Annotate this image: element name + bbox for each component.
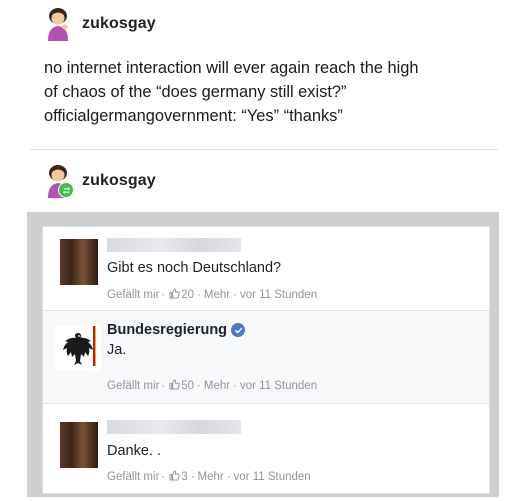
post-header: zukosgay <box>44 6 156 42</box>
comment-text: Gibt es noch Deutschland? <box>107 260 282 276</box>
comment-row: Bundesregierung Ja. Gefällt mir · 50 · M… <box>43 311 489 404</box>
meta-separator: · <box>226 471 231 483</box>
comment-row: Danke. . Gefällt mir · 3 · Mehr · vor 11… <box>43 404 489 493</box>
more-link[interactable]: Mehr <box>204 289 230 301</box>
reblog-icon <box>58 182 74 198</box>
like-count: 50 <box>181 380 195 392</box>
like-link[interactable]: Gefällt mir <box>107 380 159 392</box>
post-text-line: of chaos of the “does germany still exis… <box>44 83 347 101</box>
like-count: 3 <box>181 471 188 483</box>
avatar[interactable] <box>44 164 74 198</box>
post-divider <box>30 149 498 150</box>
flag-stripe-gold <box>95 326 96 366</box>
embedded-screenshot: Gibt es noch Deutschland? Gefällt mir · … <box>27 212 499 497</box>
facebook-comments-panel: Gibt es noch Deutschland? Gefällt mir · … <box>42 226 490 494</box>
verified-badge-icon <box>231 323 246 337</box>
comment-text: Ja. <box>107 342 127 358</box>
post-username[interactable]: zukosgay <box>82 15 156 33</box>
comment-time[interactable]: vor 11 Stunden <box>234 471 311 483</box>
more-link[interactable]: Mehr <box>204 380 230 392</box>
reblog-username[interactable]: zukosgay <box>82 172 156 190</box>
reblog-header: zukosgay <box>44 163 156 199</box>
comment-row: Gibt es noch Deutschland? Gefällt mir · … <box>43 227 489 311</box>
comment-time[interactable]: vor 11 Stunden <box>240 289 317 301</box>
redacted-name <box>107 420 241 434</box>
meta-separator: · <box>190 471 195 483</box>
meta-separator: · <box>233 380 237 392</box>
comment-meta: Gefällt mir · 3 · Mehr · vor 11 Stunden <box>107 470 311 484</box>
comment-text: Danke. . <box>107 443 161 459</box>
thumbs-up-icon <box>169 470 180 484</box>
meta-separator: · <box>161 380 166 392</box>
page-name[interactable]: Bundesregierung <box>107 322 227 338</box>
avatar[interactable] <box>44 7 72 41</box>
meta-separator: · <box>161 289 166 301</box>
page-name-line: Bundesregierung <box>107 322 246 338</box>
comment-meta: Gefällt mir · 50 · Mehr · vor 11 Stunden <box>107 379 317 393</box>
more-link[interactable]: Mehr <box>198 471 224 483</box>
post-body: no internet interaction will ever again … <box>44 56 494 128</box>
meta-separator: · <box>161 471 166 483</box>
thumbs-up-icon <box>169 379 180 393</box>
meta-separator: · <box>233 289 237 301</box>
redacted-name <box>107 238 241 252</box>
like-link[interactable]: Gefällt mir <box>107 289 159 301</box>
meta-separator: · <box>197 289 201 301</box>
comment-time[interactable]: vor 11 Stunden <box>240 380 317 392</box>
meta-separator: · <box>197 380 201 392</box>
commenter-avatar[interactable] <box>60 422 98 468</box>
like-link[interactable]: Gefällt mir <box>107 471 159 483</box>
thumbs-up-icon <box>169 288 180 302</box>
comment-meta: Gefällt mir · 20 · Mehr · vor 11 Stunden <box>107 288 317 302</box>
like-count: 20 <box>181 289 195 301</box>
post-text-line: no internet interaction will ever again … <box>44 59 419 77</box>
post-text-line: officialgermangovernment: “Yes” “thanks” <box>44 107 343 125</box>
commenter-avatar[interactable] <box>60 239 98 285</box>
